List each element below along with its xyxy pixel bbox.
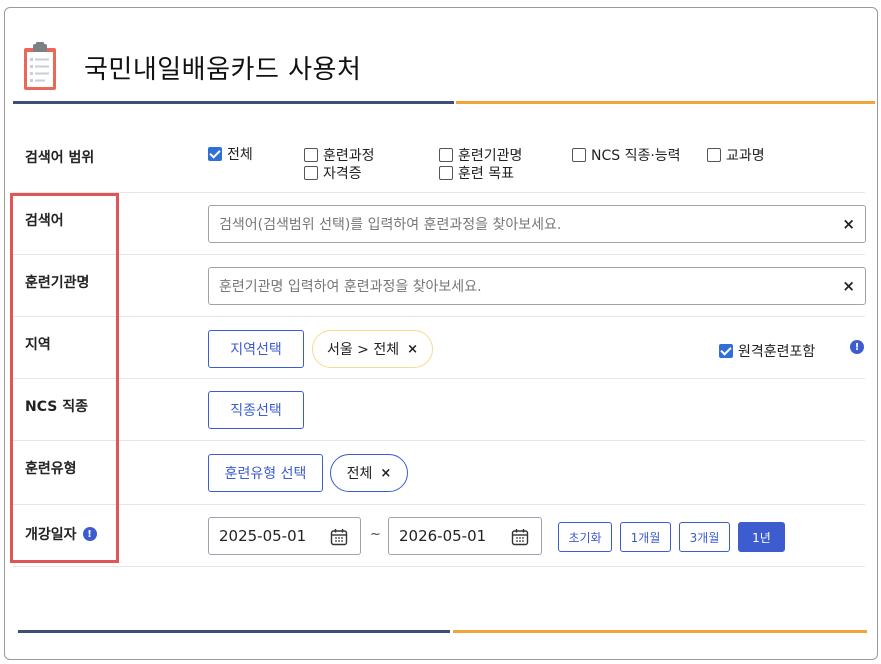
region-select-button[interactable]: 지역선택 <box>208 330 304 368</box>
training-type-chip[interactable]: 전체 × <box>330 454 408 492</box>
page-header: 국민내일배움카드 사용처 <box>22 42 361 92</box>
scope-training-goal-checkbox[interactable]: 훈련 목표 <box>439 163 514 183</box>
clear-institution-icon[interactable]: × <box>842 277 855 295</box>
scope-subject-checkbox[interactable]: 교과명 <box>707 145 765 165</box>
search-scope-label: 검색어 범위 <box>25 150 95 166</box>
one-month-button[interactable]: 1개월 <box>620 522 671 552</box>
institution-input[interactable]: 훈련기관명 입력하여 훈련과정을 찾아보세요. × <box>208 267 866 305</box>
start-date-input[interactable]: 2025-05-01 <box>208 517 361 555</box>
scope-certificate-checkbox[interactable]: 자격증 <box>304 163 362 183</box>
footer-divider-left <box>18 630 450 633</box>
scope-institution-checkbox[interactable]: 훈련기관명 <box>439 145 522 165</box>
remote-info-icon[interactable]: ! <box>850 340 864 354</box>
checkbox-icon <box>439 148 453 162</box>
remove-training-type-icon[interactable]: × <box>380 466 391 481</box>
checkbox-icon <box>572 148 586 162</box>
checkbox-icon <box>304 166 318 180</box>
label-highlight-box <box>10 193 119 563</box>
header-divider-right <box>456 101 875 104</box>
header-divider-left <box>13 101 454 104</box>
training-type-select-button[interactable]: 훈련유형 선택 <box>208 454 323 492</box>
one-year-button[interactable]: 1년 <box>738 522 785 552</box>
scope-ncs-checkbox[interactable]: NCS 직종·능력 <box>572 145 681 165</box>
checkbox-icon <box>304 148 318 162</box>
remove-region-icon[interactable]: × <box>407 342 418 357</box>
date-separator: ~ <box>370 527 381 542</box>
three-month-button[interactable]: 3개월 <box>679 522 730 552</box>
checkbox-icon <box>707 148 721 162</box>
ncs-row: NCS 직종 <box>13 379 865 441</box>
checkbox-checked-icon <box>719 344 733 358</box>
page-title: 국민내일배움카드 사용처 <box>84 54 362 85</box>
calendar-icon[interactable] <box>330 528 348 546</box>
region-chip[interactable]: 서울 > 전체 × <box>312 330 433 368</box>
reset-date-button[interactable]: 초기화 <box>558 522 612 552</box>
calendar-icon[interactable] <box>511 528 529 546</box>
remote-training-checkbox[interactable]: 원격훈련포함 <box>719 341 815 361</box>
end-date-input[interactable]: 2026-05-01 <box>388 517 542 555</box>
ncs-select-button[interactable]: 직종선택 <box>208 391 304 429</box>
scope-course-checkbox[interactable]: 훈련과정 <box>304 145 375 165</box>
scope-all-checkbox[interactable]: 전체 <box>208 144 253 164</box>
keyword-input[interactable]: 검색어(검색범위 선택)를 입력하여 훈련과정을 찾아보세요. × <box>208 205 866 243</box>
checkbox-icon <box>439 166 453 180</box>
training-type-row: 훈련유형 <box>13 441 865 505</box>
footer-divider-right <box>453 630 867 633</box>
clear-keyword-icon[interactable]: × <box>842 215 855 233</box>
checkbox-checked-icon <box>208 147 222 161</box>
clipboard-icon <box>22 42 58 92</box>
